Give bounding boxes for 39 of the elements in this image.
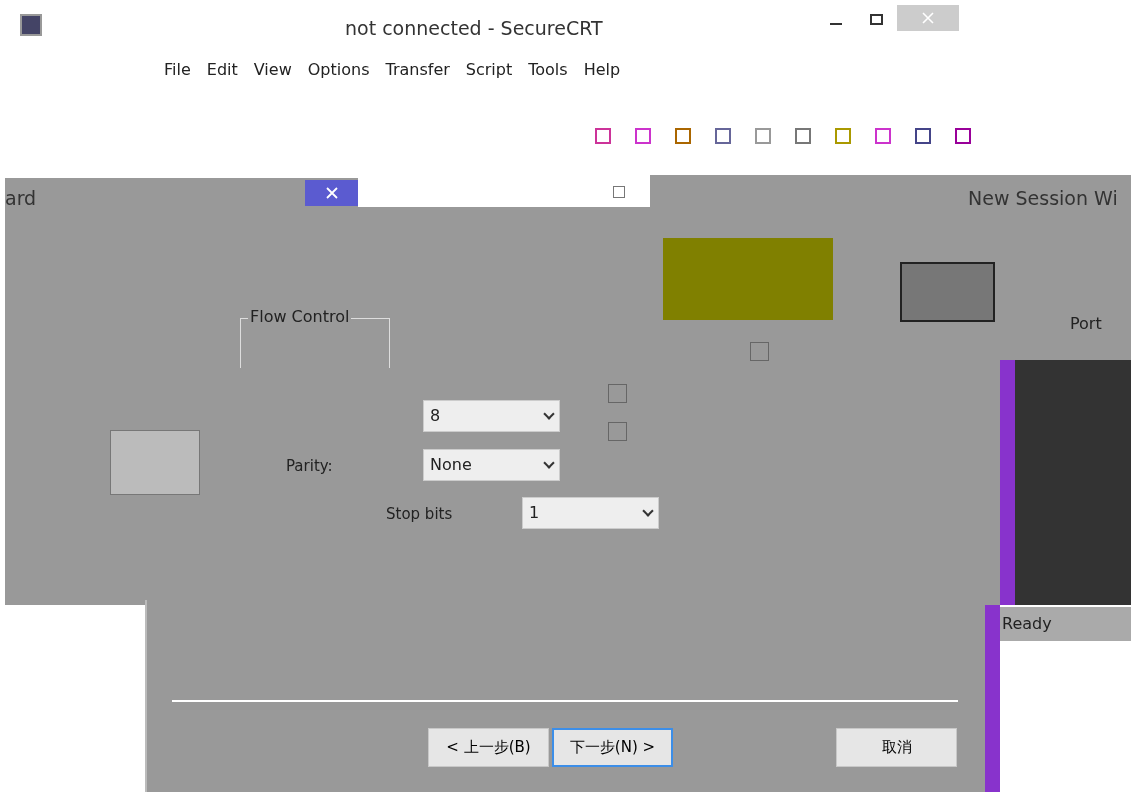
close-icon	[922, 12, 934, 24]
minimize-icon	[830, 23, 842, 25]
toolbar-icon[interactable]	[795, 128, 811, 144]
wizard-button[interactable]: < 上一步(B)	[428, 728, 549, 767]
checkbox[interactable]	[608, 384, 627, 403]
dialog-title: New Session Wi	[968, 186, 1118, 211]
app-icon	[20, 14, 42, 36]
dialog-title: ard	[5, 186, 37, 211]
toolbar-icon[interactable]	[675, 128, 691, 144]
toolbar-icon[interactable]	[635, 128, 651, 144]
tree-expander-icon[interactable]	[613, 186, 625, 198]
window-title: not connected - SecureCRT	[345, 16, 603, 41]
port-label: Port	[1070, 313, 1102, 335]
status-text: Ready	[1000, 607, 1131, 641]
wizard-button[interactable]: 取消	[836, 728, 957, 767]
toolbar-icon[interactable]	[875, 128, 891, 144]
select-field[interactable]: None	[423, 449, 560, 481]
menu-item[interactable]: File	[160, 58, 195, 82]
maximize-icon	[869, 13, 883, 25]
field-label: Parity:	[286, 456, 333, 477]
field-label: Stop bits	[386, 504, 453, 525]
menu-item[interactable]: Transfer	[381, 58, 454, 82]
menu-item[interactable]: Help	[579, 58, 625, 82]
toolbar-icon[interactable]	[595, 128, 611, 144]
menu-item[interactable]: View	[249, 58, 296, 82]
toolbar-icon[interactable]	[715, 128, 731, 144]
wizard-button[interactable]: 下一步(N) >	[552, 728, 673, 767]
close-icon	[325, 187, 338, 199]
toolbar-icon[interactable]	[955, 128, 971, 144]
select-field[interactable]: 8	[423, 400, 560, 432]
menu-item[interactable]: Options	[303, 58, 374, 82]
menu-item[interactable]: Script	[461, 58, 517, 82]
menu-item[interactable]: Edit	[202, 58, 242, 82]
select-field[interactable]: 1	[522, 497, 659, 529]
close-button[interactable]	[305, 180, 358, 206]
menu-item[interactable]: Tools	[524, 58, 572, 82]
checkbox[interactable]	[750, 342, 769, 361]
checkbox[interactable]	[608, 422, 627, 441]
toolbar-icon[interactable]	[915, 128, 931, 144]
